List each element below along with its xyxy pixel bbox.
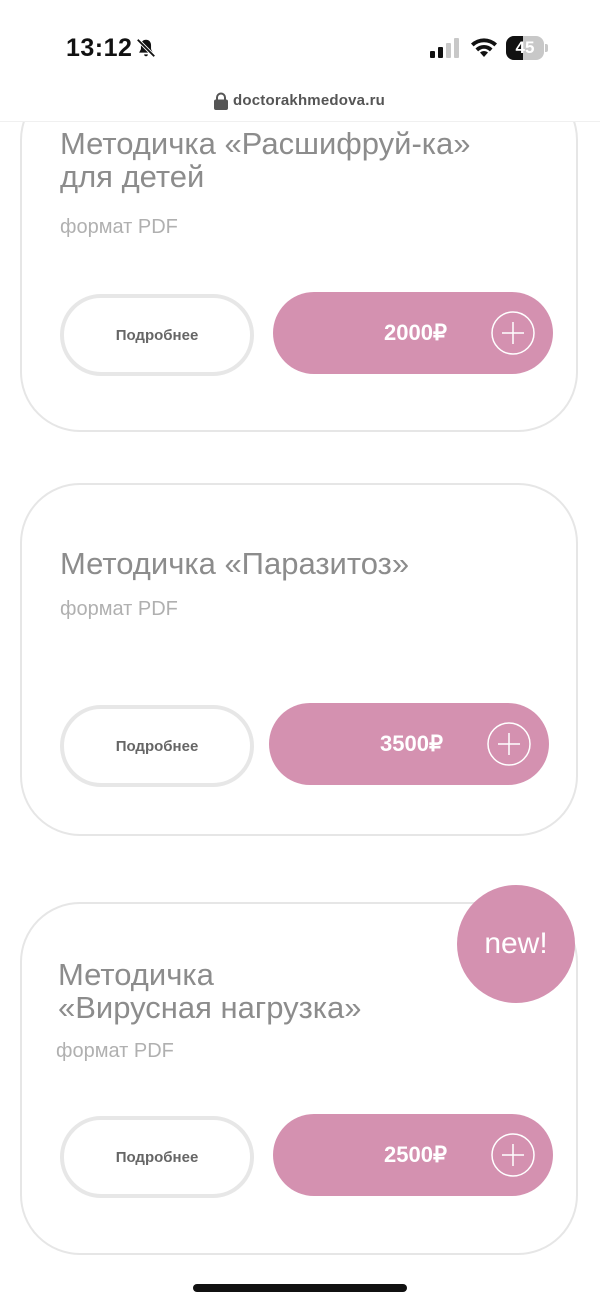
price-label: 2000₽ (384, 320, 447, 345)
new-badge: new! (457, 885, 575, 1003)
cellular-signal-icon (430, 38, 459, 58)
status-time: 13:12 (66, 34, 133, 62)
home-indicator[interactable] (193, 1284, 407, 1292)
url-text: doctorakhmedova.ru (233, 92, 385, 109)
product-card: Методичка «Расшифруй-ка» для детей форма… (20, 80, 578, 432)
product-title: Методичка «Паразитоз» (60, 546, 410, 581)
product-format: формат PDF (60, 598, 178, 620)
plus-circle-icon (491, 311, 535, 355)
lock-icon (214, 92, 228, 110)
buy-button[interactable]: 3500₽ (269, 703, 549, 785)
battery-icon: 45 (506, 36, 548, 60)
plus-circle-icon (487, 722, 531, 766)
battery-level: 45 (515, 38, 535, 57)
product-format: формат PDF (60, 216, 178, 238)
product-format: формат PDF (56, 1040, 174, 1062)
plus-circle-icon (491, 1133, 535, 1177)
details-button[interactable]: Подробнее (60, 1116, 254, 1198)
wifi-icon (471, 38, 497, 57)
product-title: Методичка «Расшифруй-ка» для детей (60, 126, 471, 194)
details-button[interactable]: Подробнее (60, 294, 254, 376)
buy-button[interactable]: 2000₽ (273, 292, 553, 374)
address-bar[interactable]: doctorakhmedova.ru (0, 86, 600, 122)
product-card: Методичка «Паразитоз» формат PDF Подробн… (20, 483, 578, 836)
details-button[interactable]: Подробнее (60, 705, 254, 787)
price-label: 2500₽ (384, 1142, 447, 1167)
product-title: Методичка «Вирусная нагрузка» (58, 957, 362, 1025)
price-label: 3500₽ (380, 731, 443, 756)
bell-slash-icon (136, 38, 156, 58)
status-bar: 13:12 45 (0, 0, 600, 90)
buy-button[interactable]: 2500₽ (273, 1114, 553, 1196)
